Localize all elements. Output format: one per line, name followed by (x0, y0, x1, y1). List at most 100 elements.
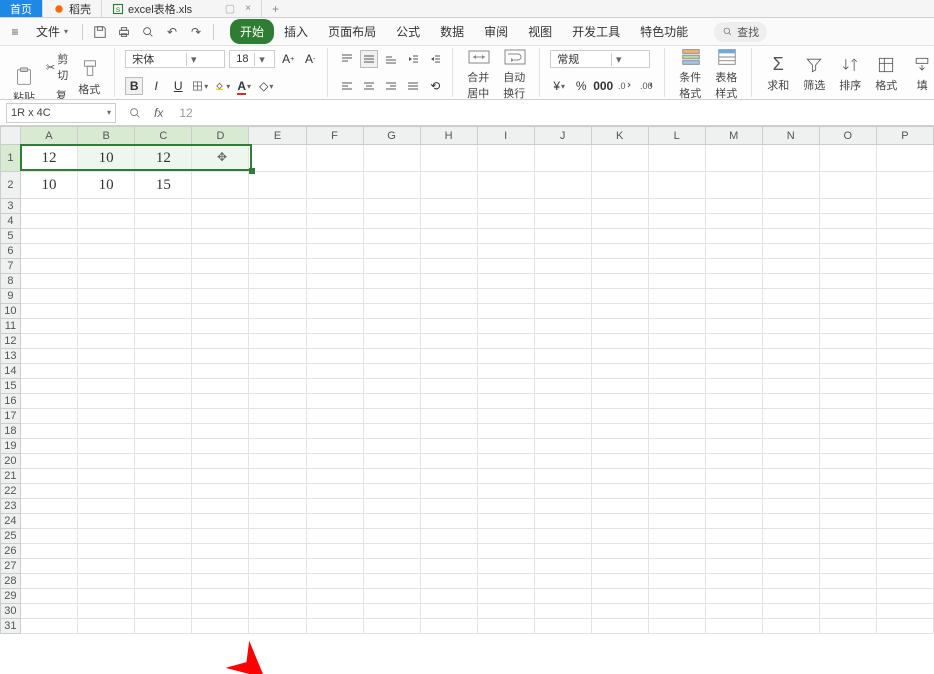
cell[interactable] (477, 424, 534, 439)
cell[interactable] (762, 334, 819, 349)
cell[interactable] (78, 454, 135, 469)
cell[interactable] (819, 379, 876, 394)
ribbon-tab-start[interactable]: 开始 (230, 19, 274, 44)
cell[interactable] (762, 289, 819, 304)
row-header[interactable]: 4 (1, 214, 21, 229)
cell[interactable] (591, 499, 648, 514)
cell[interactable] (363, 469, 420, 484)
ribbon-tab-data[interactable]: 数据 (430, 19, 474, 44)
cell[interactable] (363, 229, 420, 244)
cell[interactable] (420, 604, 477, 619)
ribbon-tab-review[interactable]: 审阅 (474, 19, 518, 44)
cell[interactable] (135, 559, 192, 574)
cell[interactable]: 15 (135, 172, 192, 199)
row-header[interactable]: 20 (1, 454, 21, 469)
cell[interactable] (78, 544, 135, 559)
cell[interactable] (192, 289, 249, 304)
cell[interactable] (20, 544, 77, 559)
cell[interactable] (135, 304, 192, 319)
cell[interactable] (420, 439, 477, 454)
cell[interactable] (876, 604, 933, 619)
cell[interactable] (78, 379, 135, 394)
cell[interactable] (876, 619, 933, 634)
cell[interactable] (876, 259, 933, 274)
cell[interactable] (477, 334, 534, 349)
cell[interactable] (20, 454, 77, 469)
cell[interactable] (306, 274, 363, 289)
ribbon-tab-dev[interactable]: 开发工具 (562, 19, 630, 44)
cell[interactable] (78, 484, 135, 499)
cell[interactable] (591, 604, 648, 619)
row-header[interactable]: 27 (1, 559, 21, 574)
cell[interactable] (705, 559, 762, 574)
cell[interactable] (819, 529, 876, 544)
cell[interactable] (420, 364, 477, 379)
row-header[interactable]: 21 (1, 469, 21, 484)
cell[interactable] (591, 304, 648, 319)
comma-button[interactable]: 000 (594, 77, 612, 95)
cell[interactable] (363, 394, 420, 409)
cell[interactable] (819, 619, 876, 634)
cell[interactable] (819, 589, 876, 604)
cell[interactable] (249, 619, 306, 634)
cell[interactable] (20, 439, 77, 454)
row-header[interactable]: 17 (1, 409, 21, 424)
cell[interactable] (819, 172, 876, 199)
row-header[interactable]: 16 (1, 394, 21, 409)
cell[interactable] (78, 304, 135, 319)
cell[interactable] (249, 394, 306, 409)
cell[interactable] (705, 304, 762, 319)
cell[interactable] (135, 274, 192, 289)
cell[interactable] (249, 544, 306, 559)
cell[interactable] (762, 589, 819, 604)
align-middle-button[interactable] (360, 50, 378, 68)
row-header[interactable]: 13 (1, 349, 21, 364)
row-header[interactable]: 7 (1, 259, 21, 274)
cell[interactable] (78, 214, 135, 229)
cell[interactable] (762, 319, 819, 334)
search-box[interactable]: 查找 (714, 22, 767, 42)
cell[interactable] (762, 469, 819, 484)
cell[interactable] (135, 229, 192, 244)
cell[interactable] (876, 424, 933, 439)
cell[interactable] (249, 559, 306, 574)
cell[interactable] (762, 424, 819, 439)
cell[interactable] (135, 544, 192, 559)
cell[interactable] (20, 529, 77, 544)
cell[interactable] (591, 529, 648, 544)
cell[interactable] (306, 424, 363, 439)
cell[interactable] (192, 229, 249, 244)
cell[interactable] (363, 259, 420, 274)
cell[interactable] (306, 229, 363, 244)
cell[interactable] (249, 244, 306, 259)
cell[interactable] (135, 529, 192, 544)
cell[interactable] (762, 394, 819, 409)
cell[interactable] (534, 454, 591, 469)
cell[interactable] (534, 409, 591, 424)
cell[interactable] (591, 424, 648, 439)
cell[interactable] (363, 529, 420, 544)
cell[interactable] (420, 409, 477, 424)
cell[interactable] (648, 469, 705, 484)
tab-close-button[interactable]: × (245, 3, 251, 14)
cell[interactable] (591, 214, 648, 229)
cell[interactable] (249, 304, 306, 319)
cell[interactable] (135, 589, 192, 604)
cell[interactable] (135, 424, 192, 439)
bold-button[interactable]: B (125, 77, 143, 95)
cell[interactable] (420, 469, 477, 484)
formula-input[interactable]: 12 (173, 106, 928, 120)
cell[interactable] (192, 379, 249, 394)
row-header[interactable]: 11 (1, 319, 21, 334)
cell[interactable] (20, 574, 77, 589)
cell[interactable] (78, 319, 135, 334)
spreadsheet-grid[interactable]: ABCDEFGHIJKLMNOP112101221010153456789101… (0, 126, 934, 634)
cell[interactable] (306, 544, 363, 559)
fx-label[interactable]: fx (154, 106, 163, 120)
cell[interactable] (648, 319, 705, 334)
wrap-text-button[interactable]: 自动换行 (499, 46, 531, 100)
cell[interactable] (648, 589, 705, 604)
cell[interactable] (192, 304, 249, 319)
cell[interactable] (762, 439, 819, 454)
cell[interactable] (705, 214, 762, 229)
